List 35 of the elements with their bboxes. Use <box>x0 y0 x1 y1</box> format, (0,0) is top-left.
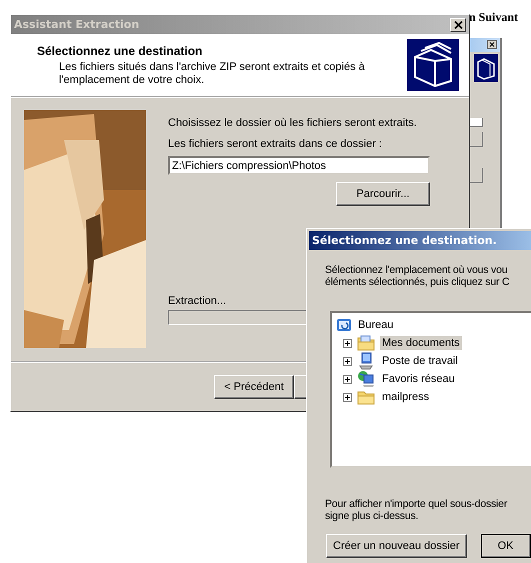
ok-button[interactable]: OK <box>480 534 531 558</box>
folders-icon <box>407 39 459 91</box>
page-text: n Suivant <box>469 10 518 25</box>
close-icon <box>454 20 462 28</box>
back-button[interactable]: < Précédent <box>214 375 294 399</box>
folder-field[interactable]: Z:\Fichiers compression\Photos <box>168 156 430 175</box>
header-subtitle: Les fichiers situés dans l'archive ZIP seront extraits et copiés à l'emplacement de votre choix. <box>58 60 366 86</box>
folder-icon <box>357 335 375 351</box>
dialog-title: Sélectionnez une destination. <box>312 234 497 247</box>
expand-icon[interactable] <box>343 392 352 402</box>
expand-icon[interactable] <box>343 338 352 348</box>
close-button[interactable] <box>450 18 466 32</box>
folder-icon <box>357 389 375 405</box>
hint-text: Pour afficher n'importe quel sous-dossier signe plus ci-dessus. <box>325 498 508 522</box>
new-folder-button[interactable]: Créer un nouveau dossier <box>326 534 467 558</box>
tree-item[interactable]: Favoris réseau <box>380 372 457 386</box>
instruction-text: Choisissez le dossier où les fichiers seront extraits. <box>168 117 418 129</box>
header-title: Sélectionnez une destination <box>37 44 204 58</box>
desktop-icon <box>336 317 352 333</box>
globe-computer-icon <box>357 370 375 388</box>
folder-tree[interactable]: Bureau Mes documents Poste de travail Favoris réseau mailpress <box>330 311 531 468</box>
folders-icon <box>474 54 498 82</box>
expand-icon[interactable] <box>343 374 352 384</box>
expand-icon[interactable] <box>343 356 352 366</box>
progress-label: Extraction... <box>168 295 228 307</box>
instruction-text: Sélectionnez l'emplacement où vous vou éléments sélectionnés, puis cliquez sur C <box>325 264 510 288</box>
window-title: Assistant Extraction <box>14 18 140 31</box>
computer-icon <box>357 352 375 370</box>
tree-item[interactable]: mailpress <box>380 390 432 404</box>
close-icon[interactable] <box>487 40 497 49</box>
folder-label: Les fichiers seront extraits dans ce dossier : <box>168 138 383 150</box>
tree-item[interactable]: Poste de travail <box>380 354 460 368</box>
tree-item[interactable]: Bureau <box>356 318 396 332</box>
browse-button[interactable]: Parcourir... <box>336 182 430 206</box>
tree-item[interactable]: Mes documents <box>380 336 462 350</box>
